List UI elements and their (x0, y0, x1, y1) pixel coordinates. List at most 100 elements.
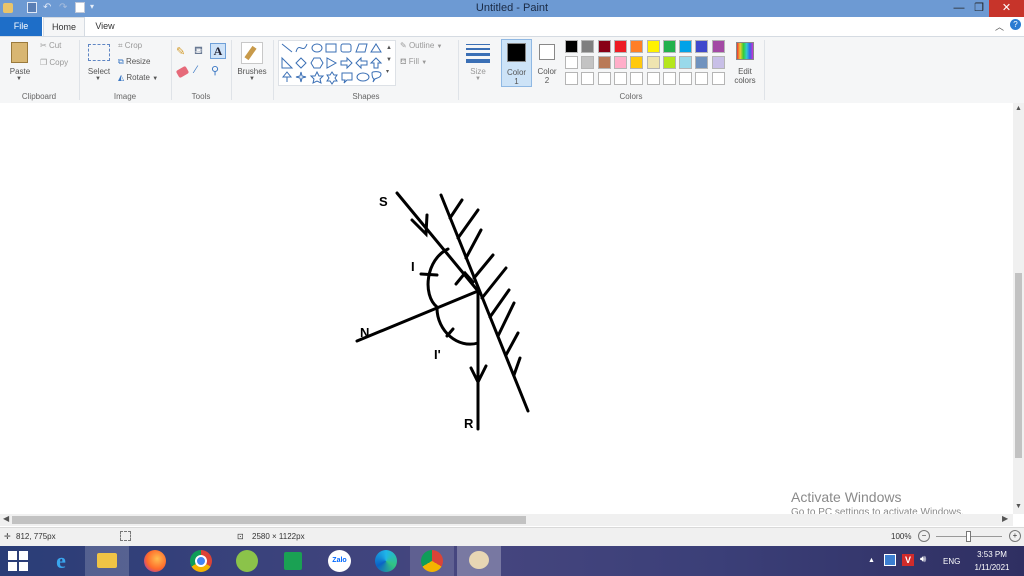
palette-empty-swatch[interactable] (613, 72, 627, 85)
zoom-slider-thumb[interactable] (966, 531, 971, 542)
cut-button[interactable]: ✂ Cut (40, 41, 61, 50)
palette-empty-swatch[interactable] (695, 72, 709, 85)
palette-empty-swatch[interactable] (630, 72, 644, 85)
select-button[interactable]: Select ▼ (85, 40, 113, 86)
tab-file[interactable]: File (0, 17, 42, 36)
internet-explorer-icon[interactable]: e (46, 549, 76, 573)
chrome-icon[interactable] (186, 549, 216, 573)
windows-start-icon[interactable] (8, 551, 28, 571)
palette-empty-swatch[interactable] (597, 72, 611, 85)
firefox-icon[interactable] (140, 549, 170, 573)
palette-swatch[interactable] (581, 40, 595, 53)
edge-icon[interactable] (371, 549, 401, 573)
palette-swatch[interactable] (581, 56, 595, 69)
palette-swatch[interactable] (565, 40, 578, 53)
clock-time[interactable]: 3:53 PM (972, 550, 1012, 559)
palette-swatch[interactable] (597, 40, 611, 53)
language-indicator[interactable]: ENG (943, 557, 960, 566)
zalo-icon[interactable]: Zalo (325, 549, 355, 573)
palette-swatch[interactable] (679, 40, 693, 53)
scroll-left-icon[interactable]: ◀ (3, 514, 9, 523)
edit-colors-button[interactable]: Edit colors (731, 40, 759, 86)
rotate-button[interactable]: ◭ Rotate ▼ (118, 73, 158, 82)
color-picker-icon[interactable]: ⁄ (195, 64, 197, 76)
brushes-button[interactable]: Brushes ▼ (235, 40, 269, 86)
palette-swatch[interactable] (613, 56, 627, 69)
clock-date[interactable]: 1/11/2021 (970, 563, 1014, 572)
palette-swatch[interactable] (565, 56, 578, 69)
palette-empty-swatch[interactable] (581, 72, 595, 85)
palette-empty-swatch[interactable] (662, 72, 676, 85)
copy-button[interactable]: ❐ Copy (40, 58, 68, 67)
chrome-active-icon[interactable] (410, 546, 454, 576)
crop-button[interactable]: ⌗ Crop (118, 41, 142, 51)
palette-swatch[interactable] (711, 40, 725, 53)
horizontal-scrollbar[interactable]: ◀ ▶ (0, 514, 1013, 526)
horizontal-scroll-thumb[interactable] (12, 516, 526, 524)
redo-icon[interactable]: ↷ (59, 2, 69, 13)
scroll-up-icon[interactable]: ▲ (1015, 105, 1022, 112)
palette-swatch[interactable] (646, 40, 660, 53)
zoom-in-button[interactable]: + (1009, 530, 1021, 542)
palette-swatch[interactable] (695, 40, 709, 53)
crop-label: Crop (124, 41, 143, 50)
palette-swatch[interactable] (630, 40, 644, 53)
save-icon[interactable] (27, 2, 37, 13)
volume-tray-icon[interactable]: 🔊︎ (920, 554, 926, 565)
vertical-scroll-thumb[interactable] (1015, 273, 1022, 458)
copy-label: Copy (49, 58, 69, 67)
zoom-out-button[interactable]: − (918, 530, 930, 542)
magnifier-icon[interactable]: ⚲ (211, 64, 219, 77)
undo-icon[interactable]: ↶ (43, 2, 53, 13)
canvas-area[interactable]: S I N I' R Activate Windows Go to PC set… (0, 103, 1024, 518)
color1-button[interactable]: Color 1 (501, 39, 532, 87)
outline-button[interactable]: ✎ Outline ▼ (400, 41, 442, 50)
chevron-down-icon: ▼ (436, 44, 443, 50)
normal-line (355, 289, 480, 343)
vertical-scrollbar[interactable]: ▲ ▼ (1013, 103, 1024, 514)
color2-button[interactable]: Color 2 (535, 39, 561, 87)
paste-button[interactable]: Paste ▼ (6, 40, 34, 86)
customize-toolbar-icon[interactable]: ▾ (90, 2, 100, 13)
palette-empty-swatch[interactable] (679, 72, 693, 85)
pencil-icon[interactable]: ✎ (176, 45, 188, 58)
scroll-right-icon[interactable]: ▶ (1002, 514, 1008, 523)
palette-swatch[interactable] (646, 56, 660, 69)
tab-view[interactable]: View (88, 17, 122, 36)
close-button[interactable]: ✕ (989, 0, 1024, 17)
resize-button[interactable]: ⧉ Resize (118, 57, 150, 67)
show-hidden-icons[interactable]: ▲ (868, 557, 875, 564)
palette-empty-swatch[interactable] (646, 72, 660, 85)
palette-empty-swatch[interactable] (711, 72, 725, 85)
palette-swatch[interactable] (597, 56, 611, 69)
antivirus-tray-icon[interactable]: V (902, 554, 914, 566)
paint-taskbar-icon[interactable] (457, 546, 501, 576)
chevron-down-icon: ▼ (95, 76, 101, 82)
scroll-down-icon[interactable]: ▼ (1015, 503, 1022, 510)
shapes-scroll-icon[interactable]: ▲ ▼ ▾ (386, 42, 392, 78)
size-button[interactable]: Size ▼ (462, 40, 494, 86)
palette-empty-swatch[interactable] (565, 72, 578, 85)
minimize-ribbon-icon[interactable]: ︿ (995, 20, 1004, 33)
palette-swatch[interactable] (679, 56, 693, 69)
drawing-canvas[interactable]: S I N I' R (0, 103, 1013, 513)
network-tray-icon[interactable] (884, 554, 896, 566)
shapes-gallery[interactable] (278, 40, 396, 86)
new-file-icon[interactable] (75, 2, 85, 13)
mirror-hatch (472, 253, 495, 280)
palette-swatch[interactable] (695, 56, 709, 69)
tab-home[interactable]: Home (43, 17, 85, 36)
text-tool-icon[interactable]: A (210, 43, 226, 59)
store-icon[interactable] (278, 549, 308, 573)
palette-swatch[interactable] (711, 56, 725, 69)
help-icon[interactable]: ? (1010, 19, 1021, 30)
file-explorer-icon[interactable] (85, 546, 129, 576)
palette-swatch[interactable] (630, 56, 644, 69)
palette-swatch[interactable] (662, 56, 676, 69)
coccoc-icon[interactable] (232, 549, 262, 573)
fill-bucket-icon[interactable]: ⛾ (194, 45, 206, 57)
zoom-slider[interactable] (936, 531, 1002, 542)
palette-swatch[interactable] (613, 40, 627, 53)
fill-button[interactable]: ⛾ Fill ▼ (400, 57, 427, 67)
palette-swatch[interactable] (662, 40, 676, 53)
